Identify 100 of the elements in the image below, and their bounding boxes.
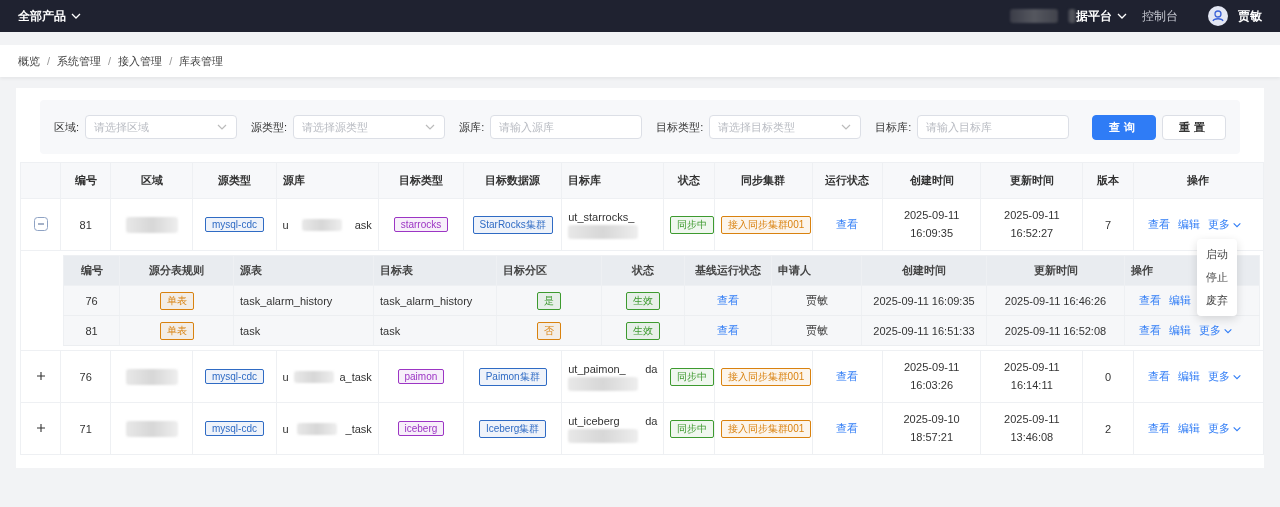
table-cell: 71 xyxy=(79,422,92,435)
more-menu-link[interactable]: 更多 xyxy=(1207,217,1242,232)
table-cell: 2 xyxy=(1104,422,1112,435)
more-menu-link[interactable]: 更多 xyxy=(1207,369,1242,384)
status-tag: 生效 xyxy=(626,291,660,310)
column-header: 目标表 xyxy=(380,264,413,276)
breadcrumb-separator: / xyxy=(169,55,173,67)
filter-label: 目标库: xyxy=(875,119,912,135)
column-header: 目标分区 xyxy=(503,264,547,276)
column-header: 状态 xyxy=(678,174,701,186)
column-header: 源分表规则 xyxy=(149,264,204,276)
menu-item[interactable]: 停止 xyxy=(1197,266,1237,289)
edit-link[interactable]: 编辑 xyxy=(1169,324,1191,336)
rule-tag: 单表 xyxy=(159,291,194,310)
table-cell-text: 2025-09-11 13:46:08 xyxy=(1003,411,1061,445)
table-cell: u xyxy=(282,370,289,383)
blurred-text xyxy=(125,216,178,233)
column-header: 编号 xyxy=(74,174,97,186)
blurred-text xyxy=(125,368,178,385)
input-field[interactable]: 请输入源库 xyxy=(490,115,643,139)
column-header: 创建时间 xyxy=(909,174,954,186)
view-link[interactable]: 查看 xyxy=(836,370,859,382)
table-cell: 81 xyxy=(85,324,98,337)
product-menu[interactable]: 全部产品 xyxy=(18,7,82,25)
source-type-tag: mysql-cdc xyxy=(204,369,264,384)
table-cell: u xyxy=(282,422,289,435)
source-type-tag: mysql-cdc xyxy=(204,217,264,232)
breadcrumb-separator: / xyxy=(108,55,112,67)
table-cell: task_alarm_history xyxy=(240,294,333,307)
source-type-tag: mysql-cdc xyxy=(204,421,264,436)
rule-tag: 单表 xyxy=(159,321,194,340)
user-name: 贾敏 xyxy=(1238,7,1262,25)
edit-link[interactable]: 编辑 xyxy=(1169,294,1191,306)
view-link[interactable]: 查看 xyxy=(836,422,859,434)
blurred-text xyxy=(568,428,639,443)
menu-item[interactable]: 废弃 xyxy=(1197,289,1237,312)
status-tag: 同步中 xyxy=(670,367,715,386)
column-header: 操作 xyxy=(1187,174,1210,186)
more-menu-link[interactable]: 更多 xyxy=(1199,323,1233,338)
table-cell-text: 2025-09-11 16:09:35 xyxy=(902,207,961,241)
target-type-tag: starrocks xyxy=(393,217,449,232)
table-cell: 81 xyxy=(79,218,92,231)
view-link[interactable]: 查看 xyxy=(717,294,739,306)
view-link[interactable]: 查看 xyxy=(1147,422,1170,434)
blurred-text xyxy=(568,224,639,239)
user-avatar-icon[interactable] xyxy=(1208,6,1228,26)
table-cell: task xyxy=(240,324,261,337)
menu-item[interactable]: 启动 xyxy=(1197,243,1237,266)
query-button[interactable]: 查询 xyxy=(1092,114,1156,140)
breadcrumb-item[interactable]: 概览 xyxy=(18,53,40,69)
view-link[interactable]: 查看 xyxy=(1139,294,1161,306)
edit-link[interactable]: 编辑 xyxy=(1177,422,1200,434)
table-cell: 2025-09-11 16:09:35 xyxy=(873,294,975,307)
filter-label: 源类型: xyxy=(251,119,288,135)
more-menu-link[interactable]: 更多 xyxy=(1207,421,1242,436)
partition-tag: 是 xyxy=(537,291,561,310)
column-header: 区域 xyxy=(140,174,163,186)
column-header: 目标库 xyxy=(568,174,602,186)
column-header: 更新时间 xyxy=(1009,174,1054,186)
target-source-tag: StarRocks集群 xyxy=(472,215,553,234)
table-cell: ut_starrocks_ xyxy=(568,210,635,223)
table-cell: 贾敏 xyxy=(805,294,828,306)
table-cell-text: 2025-09-11 16:14:11 xyxy=(1003,359,1061,393)
view-link[interactable]: 查看 xyxy=(717,324,739,336)
platform-menu[interactable]: 据平台 xyxy=(1076,7,1128,25)
breadcrumb-item[interactable]: 系统管理 xyxy=(57,53,102,69)
target-source-tag: Paimon集群 xyxy=(478,367,547,386)
table-cell: ut_paimon_ xyxy=(568,362,626,375)
column-header: 版本 xyxy=(1097,174,1119,186)
view-link[interactable]: 查看 xyxy=(1147,218,1170,230)
blurred-text xyxy=(294,370,335,383)
column-header: 目标数据源 xyxy=(485,174,541,186)
collapse-icon[interactable] xyxy=(33,216,48,231)
table-cell: da xyxy=(645,414,658,427)
table-cell: a_task xyxy=(339,370,372,383)
target-source-tag: Iceberg集群 xyxy=(478,419,547,438)
table-cell: 贾敏 xyxy=(805,324,828,336)
target-type-tag: iceberg xyxy=(397,421,445,436)
table-cell: 7 xyxy=(1104,218,1112,231)
edit-link[interactable]: 编辑 xyxy=(1177,218,1200,230)
table-cell: 76 xyxy=(79,370,92,383)
column-header: 同步集群 xyxy=(741,174,786,186)
view-link[interactable]: 查看 xyxy=(1147,370,1170,382)
table-cell: task xyxy=(380,324,401,337)
console-link[interactable]: 控制台 xyxy=(1142,7,1178,25)
breadcrumb-item[interactable]: 接入管理 xyxy=(118,53,163,69)
edit-link[interactable]: 编辑 xyxy=(1177,370,1200,382)
view-link[interactable]: 查看 xyxy=(1139,324,1161,336)
blurred-text xyxy=(568,376,639,391)
table-cell: 0 xyxy=(1104,370,1112,383)
input-field[interactable]: 请输入目标库 xyxy=(917,115,1070,139)
reset-button[interactable]: 重置 xyxy=(1162,114,1226,140)
expand-icon[interactable] xyxy=(35,370,46,381)
cluster-tag: 接入同步集群001 xyxy=(720,215,812,234)
table-cell-text: 2025-09-11 16:52:27 xyxy=(1003,207,1061,241)
filter-label: 源库: xyxy=(459,119,485,135)
view-link[interactable]: 查看 xyxy=(836,218,859,230)
breadcrumb-item[interactable]: 库表管理 xyxy=(179,53,224,69)
table-cell: u xyxy=(282,218,289,231)
expand-icon[interactable] xyxy=(35,422,46,433)
